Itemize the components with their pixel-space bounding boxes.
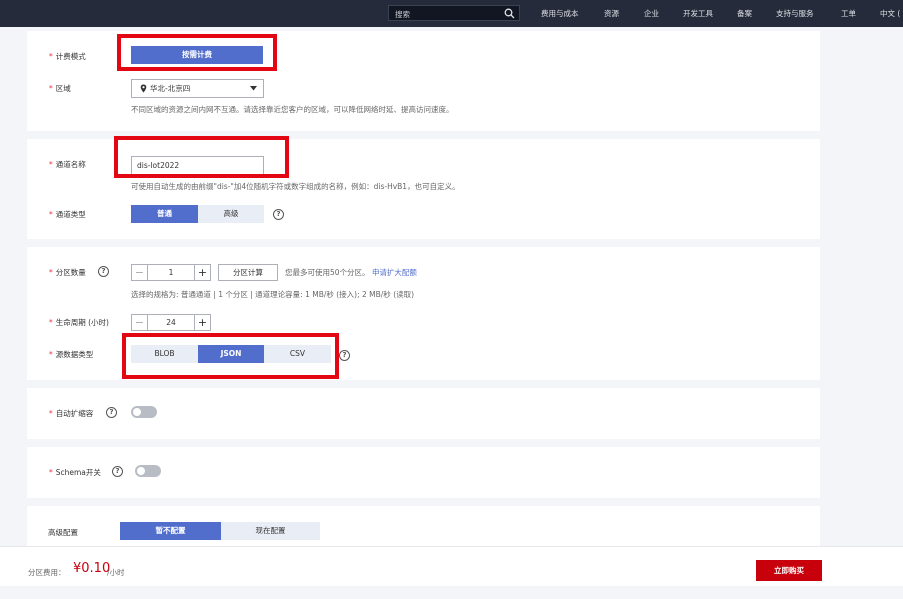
schema-label: * Schema开关 (49, 468, 101, 477)
lifecycle-label: * 生命周期 (小时) (49, 318, 109, 327)
region-hint: 不同区域的资源之间内网不互通。请选择靠近您客户的区域，可以降低网络时延、提高访问… (131, 105, 454, 114)
location-pin-icon (140, 84, 147, 93)
partition-count-hint: 您最多可使用50个分区。 申请扩大配额 (285, 268, 417, 277)
partition-count-value: 1 (168, 268, 174, 277)
search-input[interactable]: 搜索 (388, 5, 520, 21)
help-icon[interactable]: ? (339, 350, 350, 361)
nav-language[interactable]: 中文 ( (880, 8, 900, 19)
nav-cost[interactable]: 费用与成本 (541, 8, 579, 19)
advanced-config-now-option[interactable]: 现在配置 (221, 522, 320, 540)
schema-card: * Schema开关 ? (27, 447, 820, 498)
chevron-down-icon (250, 86, 257, 91)
lifecycle-value: 24 (166, 318, 176, 327)
help-icon[interactable]: ? (112, 466, 123, 477)
help-icon[interactable]: ? (273, 209, 284, 220)
nav-filing[interactable]: 备案 (737, 8, 752, 19)
nav-dev-tools[interactable]: 开发工具 (683, 8, 713, 19)
increment-button[interactable]: + (194, 315, 210, 330)
channel-type-advanced-option[interactable]: 高级 (198, 205, 264, 223)
highlight-box (114, 136, 289, 178)
apply-quota-link[interactable]: 申请扩大配额 (372, 268, 417, 277)
search-placeholder: 搜索 (395, 10, 410, 19)
order-footer: 分区费用： ¥0.10 /小时 立即购买 (0, 546, 903, 586)
fee-label: 分区费用： (28, 568, 66, 577)
autoscale-toggle[interactable] (131, 406, 157, 418)
channel-name-hint: 可使用自动生成的由前缀"dis-"加4位随机字符或数字组成的名称，例如：dis-… (131, 182, 460, 191)
partition-count-stepper[interactable]: − 1 + (131, 264, 211, 281)
decrement-button[interactable]: − (132, 265, 148, 280)
partition-spec-hint: 选择的规格为: 普通通道 | 1 个分区 | 通道理论容量: 1 MB/秒 (接… (131, 290, 415, 299)
schema-toggle[interactable] (135, 465, 161, 477)
help-icon[interactable]: ? (98, 266, 109, 277)
help-icon[interactable]: ? (106, 407, 117, 418)
region-value: 华北-北京四 (150, 84, 191, 93)
nav-enterprise[interactable]: 企业 (644, 8, 659, 19)
partition-calc-button[interactable]: 分区计算 (218, 264, 278, 281)
advanced-card: 高级配置 暂不配置 现在配置 (27, 506, 820, 551)
fee-unit: /小时 (107, 568, 125, 577)
billing-mode-label: * 计费模式 (49, 52, 86, 61)
highlight-box (122, 333, 339, 379)
advanced-no-config-option[interactable]: 暂不配置 (120, 522, 221, 540)
autoscale-card: * 自动扩缩容 ? (27, 388, 820, 439)
highlight-box (117, 34, 277, 71)
region-select[interactable]: 华北-北京四 (131, 79, 264, 98)
channel-type-normal-option[interactable]: 普通 (131, 205, 198, 223)
top-nav-bar: 搜索 费用与成本 资源 企业 开发工具 备案 支持与服务 工单 中文 ( (0, 0, 903, 27)
nav-support[interactable]: 支持与服务 (776, 8, 814, 19)
partition-count-label: * 分区数量 (49, 268, 86, 277)
lifecycle-stepper[interactable]: − 24 + (131, 314, 211, 331)
region-label: * 区域 (49, 84, 71, 93)
decrement-button[interactable]: − (132, 315, 148, 330)
channel-type-label: * 通道类型 (49, 210, 86, 219)
fee-value: ¥0.10 (73, 561, 111, 576)
nav-tickets[interactable]: 工单 (841, 8, 856, 19)
autoscale-label: * 自动扩缩容 (49, 409, 94, 418)
channel-name-label: * 通道名称 (49, 160, 86, 169)
advanced-label: 高级配置 (48, 528, 78, 537)
increment-button[interactable]: + (194, 265, 210, 280)
nav-resources[interactable]: 资源 (604, 8, 619, 19)
source-type-label: * 源数据类型 (49, 350, 94, 359)
search-icon[interactable] (504, 8, 515, 19)
buy-now-button[interactable]: 立即购买 (756, 560, 822, 581)
